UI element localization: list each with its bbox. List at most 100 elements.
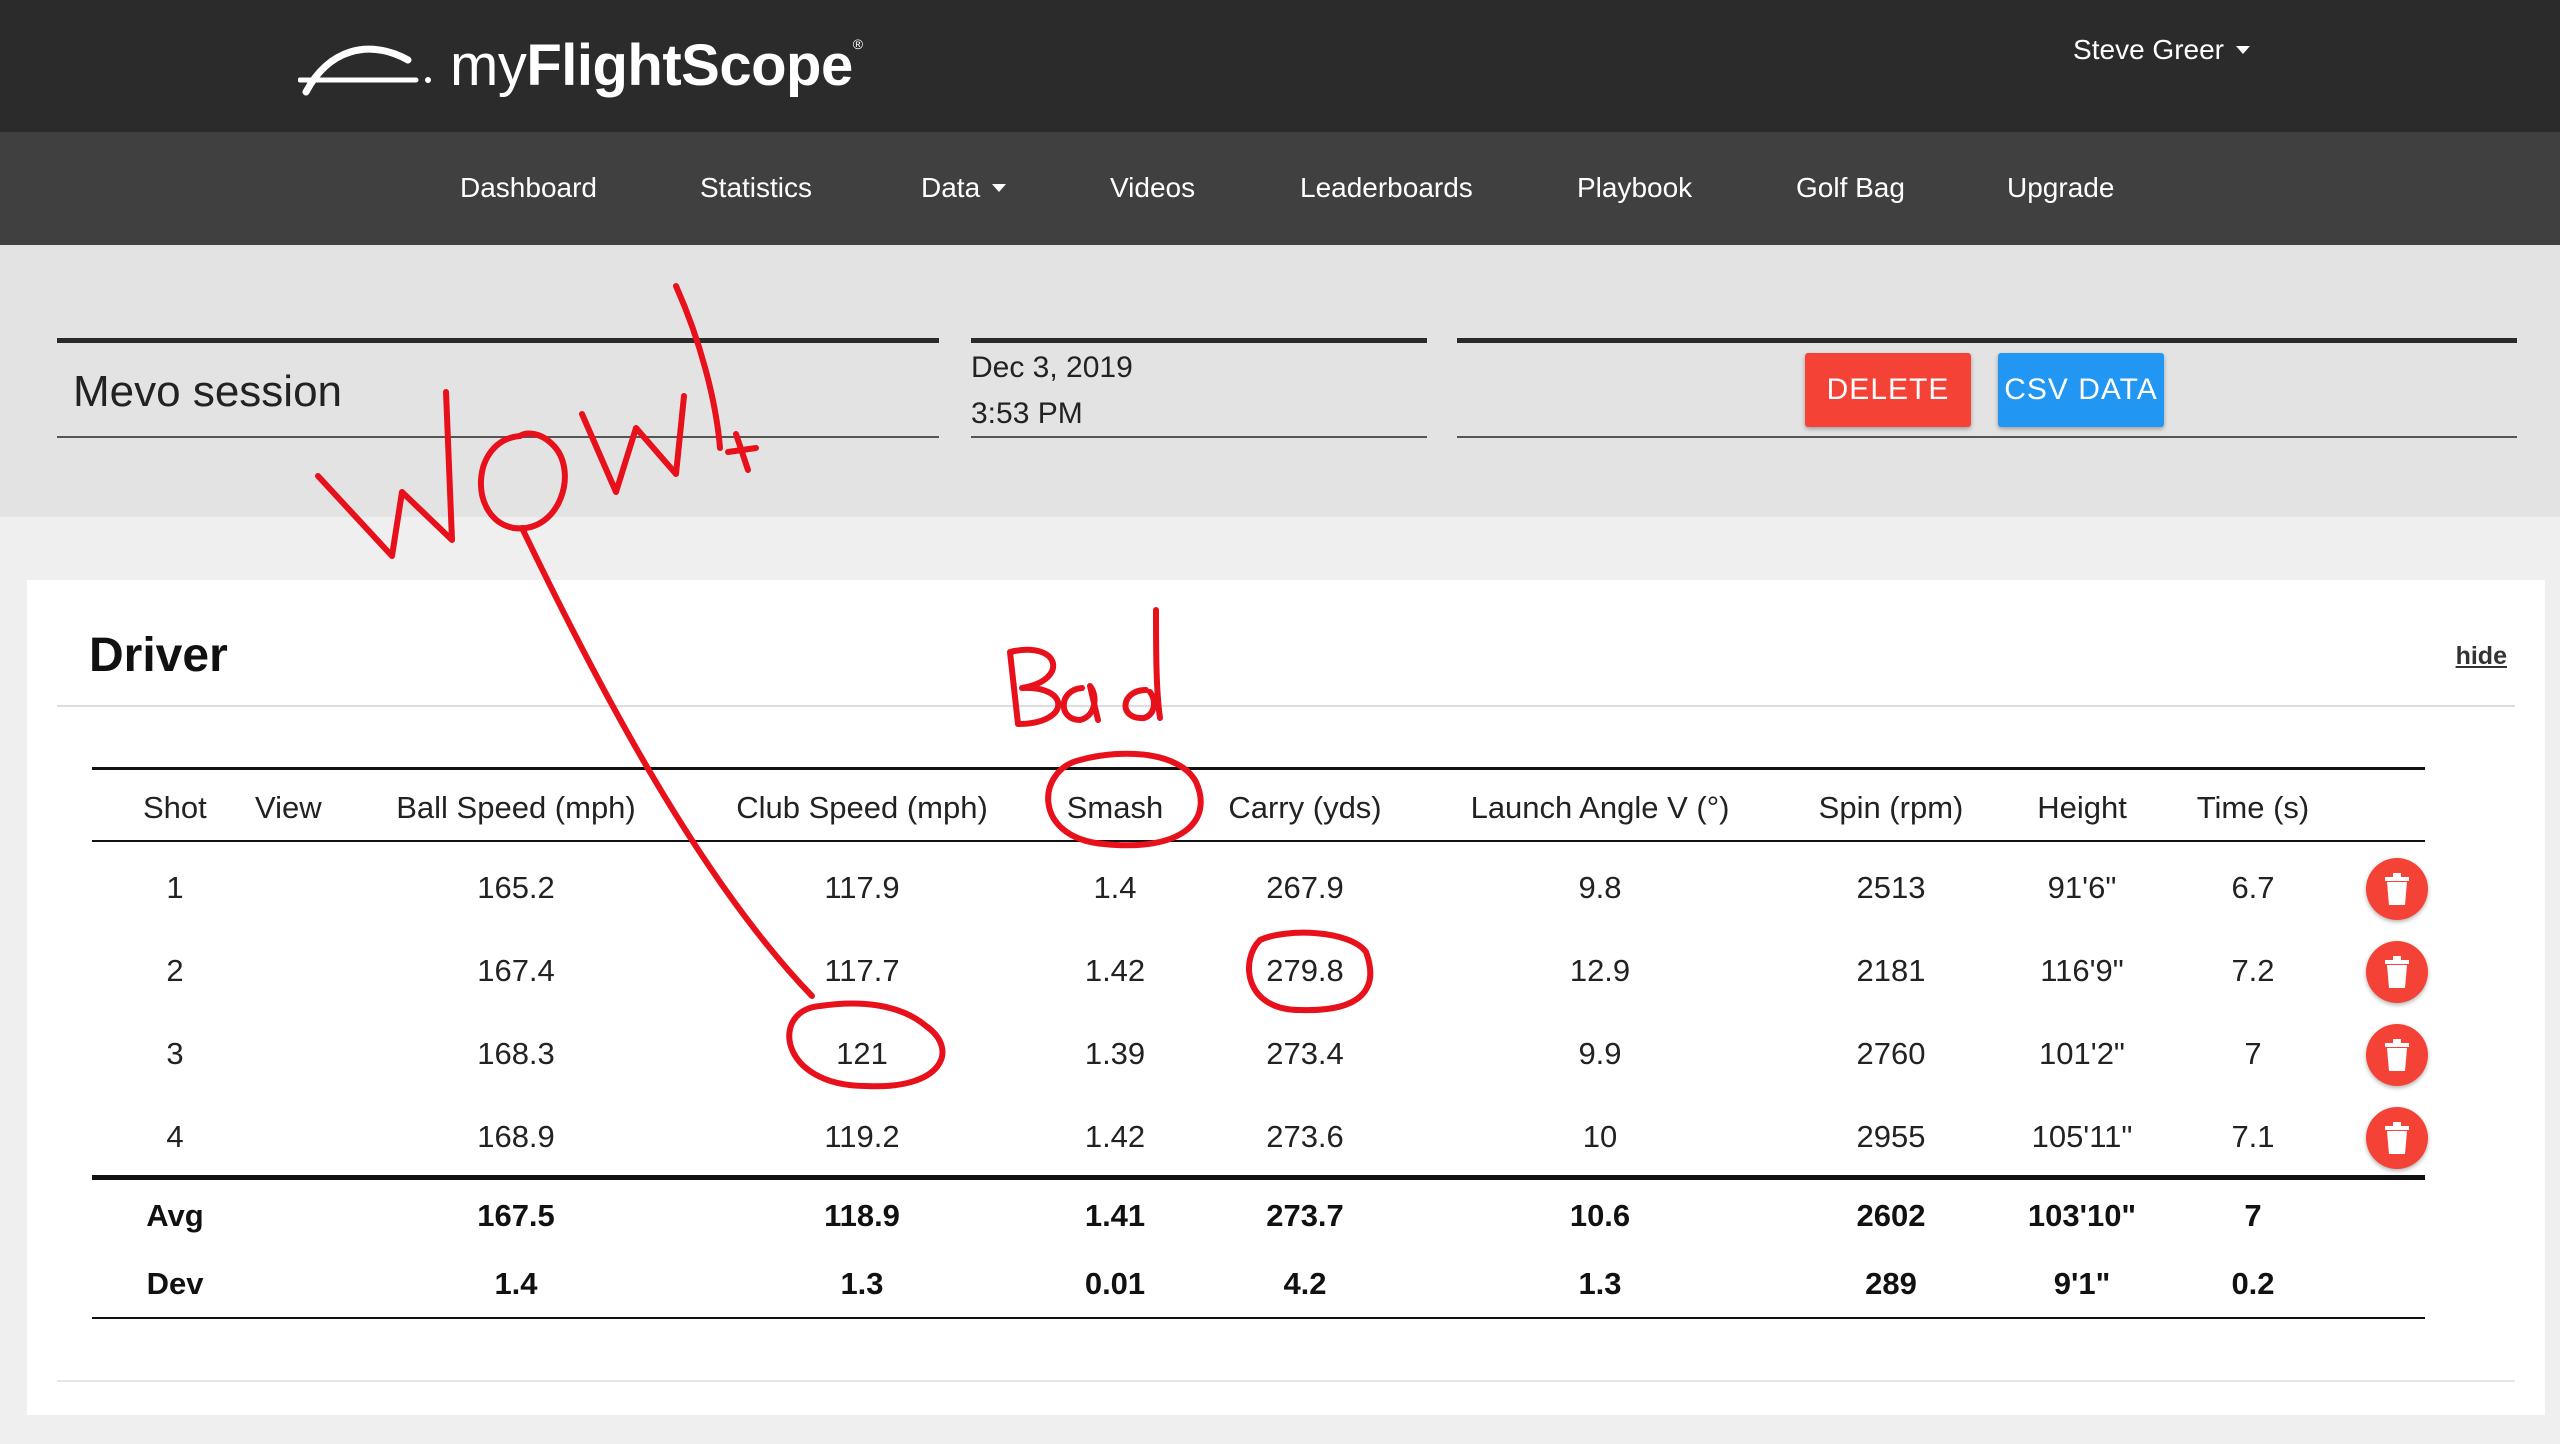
cell-carry: 273.4	[1266, 1036, 1344, 1071]
session-actions: DELETE CSV DATA	[1457, 338, 2517, 438]
summary-ball-speed: 1.4	[494, 1266, 538, 1301]
cell-ball-speed: 167.4	[477, 953, 555, 988]
chevron-down-icon	[992, 184, 1007, 192]
nav-label: Statistics	[700, 172, 813, 203]
delete-shot-button[interactable]	[2366, 858, 2428, 920]
cell-ball-speed: 168.3	[477, 1036, 555, 1071]
column-header-spin[interactable]: Spin (rpm)	[1819, 790, 1964, 826]
brand-prefix: my	[450, 32, 527, 98]
cell-carry: 267.9	[1266, 870, 1344, 905]
top-bar: myFlightScope® Steve Greer	[0, 0, 2560, 132]
nav-label: Videos	[1110, 172, 1196, 203]
delete-shot-button[interactable]	[2366, 1024, 2428, 1086]
summary-smash: 0.01	[1084, 1266, 1146, 1301]
trash-icon	[2385, 956, 2409, 988]
delete-shot-button[interactable]	[2366, 941, 2428, 1003]
cell-shot-number: 1	[166, 870, 184, 905]
cell-club-speed: 121	[836, 1036, 888, 1071]
summary-ball-speed: 167.5	[477, 1198, 555, 1233]
cell-spin: 2513	[1856, 870, 1926, 905]
card-divider	[57, 705, 2515, 707]
cell-time: 7.2	[2231, 953, 2275, 988]
cell-ball-speed: 165.2	[477, 870, 555, 905]
nav-item-leaderboards[interactable]: Leaderboards	[1300, 172, 1473, 204]
brand-wordmark: myFlightScope®	[450, 32, 863, 99]
cell-height: 116'9"	[2040, 953, 2124, 988]
summary-time: 0.2	[2231, 1266, 2275, 1301]
column-header-height[interactable]: Height	[2037, 790, 2127, 826]
nav-item-upgrade[interactable]: Upgrade	[2007, 172, 2114, 204]
table-header-rule	[92, 840, 2425, 842]
nav-item-golf-bag[interactable]: Golf Bag	[1796, 172, 1905, 204]
cell-shot-number: 2	[166, 953, 184, 988]
cell-carry: 279.8	[1266, 953, 1344, 988]
cell-shot-number: 4	[166, 1119, 184, 1154]
nav-label: Golf Bag	[1796, 172, 1905, 203]
brand-logo[interactable]: myFlightScope®	[298, 20, 863, 110]
session-date-field: Dec 3, 2019 3:53 PM	[971, 338, 1427, 438]
chevron-down-icon	[2236, 46, 2250, 54]
summary-launch-angle: 1.3	[1578, 1266, 1622, 1301]
column-header-launch-angle[interactable]: Launch Angle V (°)	[1471, 790, 1730, 826]
brand-registered-mark: ®	[852, 35, 863, 52]
summary-spin: 289	[1865, 1266, 1917, 1301]
session-title: Mevo session	[73, 367, 343, 416]
trash-icon	[2385, 1122, 2409, 1154]
cell-smash: 1.4	[1093, 870, 1137, 905]
cell-time: 7	[2244, 1036, 2262, 1071]
cell-launch-angle: 12.9	[1569, 953, 1631, 988]
cell-time: 6.7	[2231, 870, 2275, 905]
delete-button[interactable]: DELETE	[1805, 353, 1971, 427]
trash-icon	[2385, 1039, 2409, 1071]
cell-ball-speed: 168.9	[477, 1119, 555, 1154]
cell-height: 91'6"	[2047, 870, 2117, 905]
club-title: Driver	[89, 629, 228, 682]
nav-item-playbook[interactable]: Playbook	[1577, 172, 1692, 204]
summary-smash: 1.41	[1084, 1198, 1146, 1233]
summary-club-speed: 1.3	[840, 1266, 884, 1301]
cell-club-speed: 117.9	[824, 870, 900, 905]
column-header-shot[interactable]: Shot	[143, 790, 207, 826]
column-header-club-speed[interactable]: Club Speed (mph)	[736, 790, 988, 826]
summary-height: 103'10"	[2027, 1198, 2137, 1233]
column-header-smash[interactable]: Smash	[1067, 790, 1163, 826]
cell-club-speed: 117.7	[824, 953, 900, 988]
cell-smash: 1.42	[1084, 1119, 1146, 1154]
column-header-time[interactable]: Time (s)	[2197, 790, 2310, 826]
summary-height: 9'1"	[2053, 1266, 2111, 1301]
nav-item-dashboard[interactable]: Dashboard	[460, 172, 597, 204]
cell-launch-angle: 9.8	[1578, 870, 1622, 905]
cell-height: 105'11"	[2031, 1119, 2133, 1154]
column-header-carry[interactable]: Carry (yds)	[1228, 790, 1381, 826]
summary-launch-angle: 10.6	[1569, 1198, 1631, 1233]
summary-label: Avg	[146, 1198, 204, 1233]
nav-item-videos[interactable]: Videos	[1110, 172, 1195, 204]
nav-label: Playbook	[1577, 172, 1693, 203]
user-name: Steve Greer	[2073, 34, 2224, 65]
delete-shot-button[interactable]	[2366, 1107, 2428, 1169]
cell-launch-angle: 10	[1582, 1119, 1618, 1154]
nav-item-data[interactable]: Data	[921, 172, 1007, 204]
hide-link[interactable]: hide	[2456, 642, 2507, 671]
column-header-view[interactable]: View	[255, 790, 322, 826]
nav-item-statistics[interactable]: Statistics	[700, 172, 812, 204]
cell-time: 7.1	[2231, 1119, 2275, 1154]
csv-data-button[interactable]: CSV DATA	[1998, 353, 2164, 427]
session-date: Dec 3, 2019	[971, 351, 1133, 384]
nav-label: Leaderboards	[1300, 172, 1473, 203]
summary-label: Dev	[146, 1266, 204, 1301]
trash-icon	[2385, 873, 2409, 905]
summary-club-speed: 118.9	[824, 1198, 900, 1233]
column-header-ball-speed[interactable]: Ball Speed (mph)	[396, 790, 636, 826]
summary-carry: 273.7	[1266, 1198, 1344, 1233]
cell-spin: 2181	[1856, 953, 1926, 988]
nav-label: Dashboard	[460, 172, 597, 203]
cell-club-speed: 119.2	[824, 1119, 900, 1154]
main-nav: Dashboard Statistics Data Videos Leaderb…	[0, 132, 2560, 245]
cell-height: 101'2"	[2039, 1036, 2125, 1071]
user-menu[interactable]: Steve Greer	[2073, 34, 2250, 66]
cell-shot-number: 3	[166, 1036, 184, 1071]
nav-label: Data	[921, 172, 981, 203]
summary-spin: 2602	[1856, 1198, 1926, 1233]
session-title-field[interactable]: Mevo session	[57, 338, 939, 438]
